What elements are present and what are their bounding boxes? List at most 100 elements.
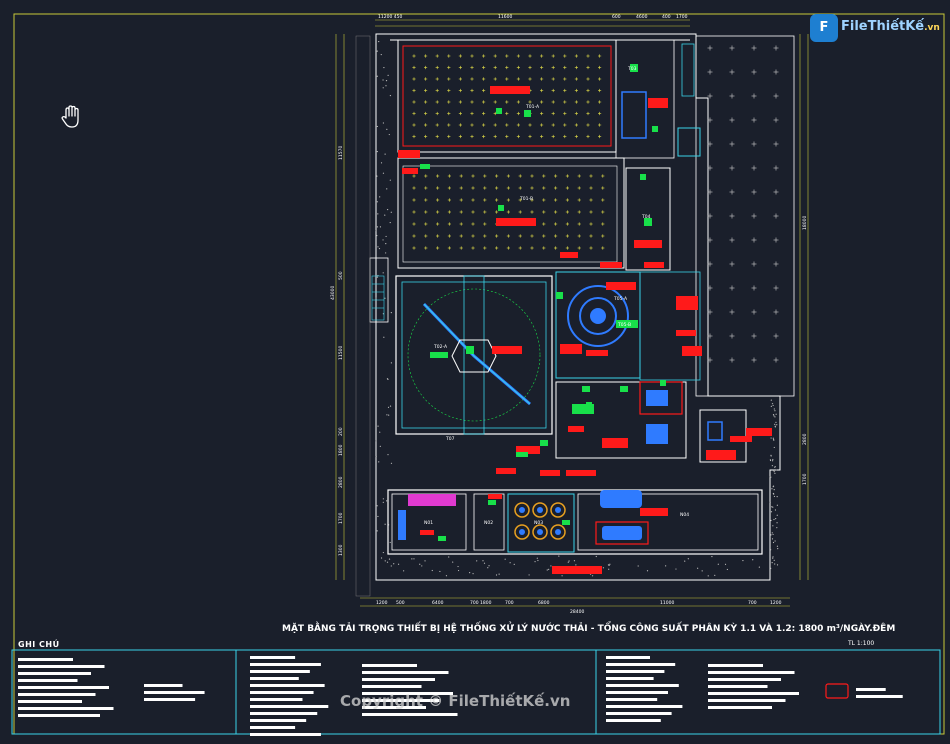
filter-core xyxy=(537,507,543,513)
gravel-dot xyxy=(389,541,391,544)
gravel-dot xyxy=(573,560,576,562)
gravel-dot xyxy=(774,423,776,425)
legend-line xyxy=(708,706,772,709)
load-marker-green xyxy=(660,380,666,386)
load-marker-green xyxy=(620,386,628,392)
filter-core xyxy=(537,529,543,535)
gravel-dot xyxy=(772,506,774,508)
gravel-dot xyxy=(382,501,384,503)
label-t02-a: T02-A xyxy=(433,344,448,350)
gravel-dot xyxy=(498,573,500,575)
dim-top-5: 1700 xyxy=(676,14,688,20)
dim-left-6: 2800 xyxy=(338,476,344,488)
gravel-dot xyxy=(776,564,779,566)
load-marker-red xyxy=(644,262,664,268)
dim-top-3: 4600 xyxy=(636,14,648,20)
stairs xyxy=(371,275,385,321)
gravel-dot xyxy=(386,188,388,190)
load-marker-red xyxy=(600,262,622,268)
gravel-dot xyxy=(387,74,389,76)
gravel-dot xyxy=(483,562,486,564)
gravel-dot xyxy=(384,297,386,299)
legend-line xyxy=(18,693,96,696)
legend-line xyxy=(606,698,658,701)
gravel-dot xyxy=(382,498,384,500)
load-marker-green xyxy=(582,386,590,392)
label-n03: N03 xyxy=(534,520,543,526)
load-marker-red xyxy=(488,494,502,499)
gravel-dot xyxy=(476,560,478,562)
hand-pan-icon[interactable] xyxy=(60,104,84,130)
gravel-dot xyxy=(397,563,400,565)
filter-core xyxy=(555,529,561,535)
load-marker-green xyxy=(420,164,430,169)
cad-drawing: 11200 450 11600 600 4600 400 1700 1200 5… xyxy=(0,0,950,740)
gravel-dot xyxy=(774,466,776,468)
gravel-dot xyxy=(495,574,498,576)
gravel-dot xyxy=(776,424,778,426)
gravel-dot xyxy=(776,514,778,516)
load-markers xyxy=(398,108,752,541)
site-logo[interactable]: F FileThiếtKế.vn xyxy=(810,14,940,42)
gravel-dot xyxy=(385,252,387,254)
gravel-dot xyxy=(390,211,392,213)
legend-line xyxy=(250,691,314,694)
equipment-column xyxy=(625,167,702,381)
tank-t01 xyxy=(397,39,617,153)
gravel-dot xyxy=(378,461,380,463)
gravel-dot xyxy=(773,489,775,491)
legend-line xyxy=(18,714,100,717)
gravel-dot xyxy=(387,406,390,408)
gravel-dot xyxy=(714,574,716,576)
gravel-dot xyxy=(776,527,778,529)
legend-line xyxy=(362,713,458,716)
gravel-dot xyxy=(773,469,775,472)
load-marker-red xyxy=(586,350,608,356)
gravel-dot xyxy=(772,492,775,495)
gravel-dot xyxy=(386,414,388,416)
label-t05-b: T05-B xyxy=(617,322,631,328)
load-marker-red xyxy=(566,470,596,476)
dim-bottom-0: 1200 xyxy=(376,600,388,606)
dim-bottom-8: 1200 xyxy=(770,600,782,606)
load-marker-green xyxy=(640,174,646,180)
gravel-dot xyxy=(376,530,378,532)
gravel-dot xyxy=(742,559,744,562)
dimension-top: 11200 450 11600 600 4600 400 1700 xyxy=(375,14,690,27)
gravel-dot xyxy=(376,226,379,228)
gravel-dot xyxy=(772,486,774,488)
clarifier-tank xyxy=(395,275,553,435)
gravel-dot xyxy=(774,410,776,412)
dim-bottom-1: 500 xyxy=(396,600,405,606)
gravel-dot xyxy=(536,557,538,559)
gravel-dot xyxy=(774,416,776,418)
gravel-dot xyxy=(637,565,639,567)
gravel-dot xyxy=(411,558,413,560)
gravel-dot xyxy=(469,572,471,574)
gravel-dot xyxy=(770,437,772,439)
dim-right-0: 18000 xyxy=(802,216,808,230)
dim-right-1: 2800 xyxy=(802,433,808,445)
gravel-dot xyxy=(387,454,389,456)
gravel-dot xyxy=(424,560,426,562)
gravel-dot xyxy=(528,574,530,576)
load-marker-red xyxy=(730,436,752,442)
gravel-dot xyxy=(384,560,386,562)
gravel-dot xyxy=(457,565,459,568)
gravel-dot xyxy=(385,79,388,82)
gravel-dot xyxy=(384,214,386,216)
dim-bottom-7: 700 xyxy=(748,600,757,606)
legend-line xyxy=(708,692,799,695)
legend-line xyxy=(606,663,676,666)
gravel-dot xyxy=(777,548,779,550)
logo-icon: F xyxy=(810,14,838,42)
gravel-dot xyxy=(509,562,511,564)
gravel-dot xyxy=(595,555,597,558)
load-marker-red xyxy=(540,470,560,476)
load-marker-red xyxy=(676,330,696,336)
gravel-dot xyxy=(377,425,379,427)
legend-line xyxy=(708,664,763,667)
drawing-title: MẶT BẰNG TẢI TRỌNG THIẾT BỊ HỆ THỐNG XỬ … xyxy=(282,624,896,634)
gravel-dot xyxy=(707,575,709,577)
dim-left-7: 1700 xyxy=(338,512,344,524)
